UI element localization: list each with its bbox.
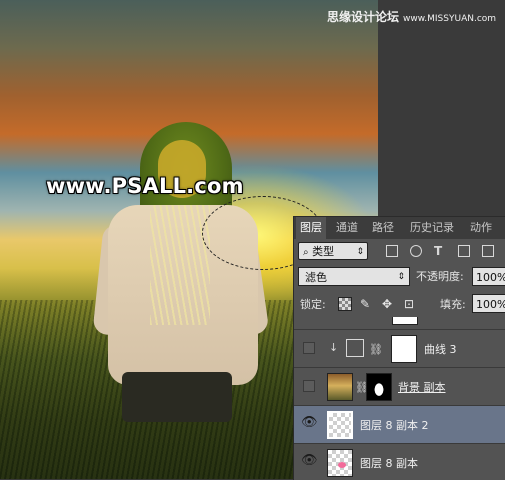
girl-skirt <box>122 372 232 422</box>
layer-thumbnail <box>327 373 353 401</box>
lock-brush-icon[interactable]: ✎ <box>358 297 372 311</box>
layer-row-bg-copy[interactable]: ⛓ 背景 副本 <box>294 367 505 405</box>
filter-kind-select[interactable]: ⌕ 类型 ⇕ <box>298 242 368 260</box>
panel-tabs: 图层 通道 路径 历史记录 动作 <box>294 217 505 239</box>
layer-name[interactable]: 曲线 3 <box>424 341 457 357</box>
eye-icon[interactable]: 👁 <box>301 453 318 468</box>
chevron-updown-icon: ⇕ <box>397 272 405 282</box>
layer-thumbnail <box>327 411 353 439</box>
filter-kind-label: 类型 <box>312 245 335 258</box>
visibility-toggle[interactable] <box>303 342 315 354</box>
clipping-arrow-icon: ↓ <box>329 341 339 354</box>
psall-watermark: www.PSALL.com <box>46 174 244 198</box>
layer-name[interactable]: 图层 8 副本 2 <box>360 417 429 433</box>
image-filter-icon[interactable] <box>386 245 398 257</box>
site-url: www.MISSYUAN.com <box>403 14 497 24</box>
visibility-toggle[interactable] <box>303 380 315 392</box>
layer-mask-thumbnail <box>366 373 392 401</box>
blend-mode-select[interactable]: 滤色 ⇕ <box>298 267 410 286</box>
lock-move-icon[interactable]: ✥ <box>380 297 394 311</box>
layer-mask-thumbnail <box>391 335 417 363</box>
layer-row-curves[interactable]: ↓ ⛓ 曲线 3 <box>294 329 505 367</box>
layer-row[interactable]: 👁 图层 8 副本 <box>294 443 505 480</box>
layer-row[interactable] <box>294 317 505 329</box>
shape-filter-icon[interactable] <box>458 245 470 257</box>
blend-row: 滤色 ⇕ 不透明度: 100% <box>294 265 505 289</box>
opacity-label: 不透明度: <box>416 270 464 283</box>
layer-name[interactable]: 背景 副本 <box>398 379 446 395</box>
filter-row: ⌕ 类型 ⇕ T <box>294 239 505 265</box>
curves-adjustment-icon <box>346 339 364 357</box>
fill-label: 填充: <box>440 298 466 311</box>
layer-name[interactable]: 图层 8 副本 <box>360 455 418 471</box>
site-watermark: 思缘设计论坛 www.MISSYUAN.com <box>327 8 496 25</box>
tab-actions[interactable]: 动作 <box>466 217 496 239</box>
tab-layers[interactable]: 图层 <box>296 217 326 239</box>
lock-transparent-icon[interactable] <box>338 297 352 311</box>
layers-list: ↓ ⛓ 曲线 3 ⛓ 背景 副本 👁 图层 8 副本 2 👁 图层 8 副本 <box>294 317 505 480</box>
eye-icon[interactable]: 👁 <box>301 415 318 430</box>
search-icon: ⌕ <box>303 247 309 258</box>
opacity-input[interactable]: 100% <box>472 267 505 286</box>
lock-row: 锁定: ✎ ✥ ⊡ 填充: 100% <box>294 291 505 317</box>
lock-all-icon[interactable]: ⊡ <box>402 297 416 311</box>
link-icon: ⛓ <box>369 343 383 356</box>
fill-input[interactable]: 100% <box>472 294 505 313</box>
layer-thumbnail <box>327 449 353 477</box>
chevron-updown-icon: ⇕ <box>356 247 364 257</box>
lock-label: 锁定: <box>300 298 326 311</box>
layer-mask-thumbnail <box>392 317 418 325</box>
layers-panel: 图层 通道 路径 历史记录 动作 ⌕ 类型 ⇕ T 滤色 ⇕ 不透明度: 100… <box>293 216 505 480</box>
flower-bouquet <box>150 205 210 325</box>
layer-row-selected[interactable]: 👁 图层 8 副本 2 <box>294 405 505 443</box>
tab-paths[interactable]: 路径 <box>368 217 398 239</box>
site-name: 思缘设计论坛 <box>327 10 400 24</box>
smart-object-filter-icon[interactable] <box>482 245 494 257</box>
adjustment-filter-icon[interactable] <box>410 245 422 257</box>
pink-content <box>338 462 346 468</box>
tab-channels[interactable]: 通道 <box>332 217 362 239</box>
type-filter-icon[interactable]: T <box>434 245 446 257</box>
tab-history[interactable]: 历史记录 <box>406 217 458 239</box>
blend-mode-value: 滤色 <box>305 271 327 284</box>
